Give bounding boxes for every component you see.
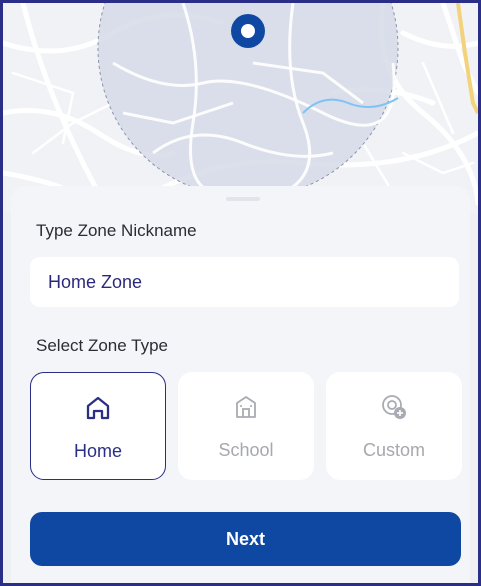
custom-location-icon	[382, 395, 406, 419]
nickname-label: Type Zone Nickname	[36, 221, 197, 240]
zone-nickname-input[interactable]: Home Zone	[30, 257, 459, 307]
zone-type-school[interactable]: School	[178, 372, 314, 480]
zone-type-custom-label: Custom	[362, 440, 425, 460]
zone-type-custom[interactable]: Custom	[326, 372, 462, 480]
map-streets	[3, 3, 478, 213]
school-icon	[236, 396, 256, 418]
app-frame: Type Zone Nickname Home Zone Select Zone…	[0, 0, 481, 586]
zone-type-label: Select Zone Type	[36, 336, 168, 355]
map-view[interactable]	[3, 3, 478, 213]
zone-type-home-label: Home	[73, 441, 122, 461]
sheet-drag-handle[interactable]	[226, 197, 260, 201]
zone-setup-sheet: Type Zone Nickname Home Zone Select Zone…	[11, 186, 470, 583]
next-button[interactable]: Next	[30, 512, 461, 566]
home-icon	[86, 396, 110, 420]
zone-type-home[interactable]: Home	[30, 372, 166, 480]
location-pin-icon	[231, 14, 265, 48]
zone-type-school-label: School	[218, 440, 274, 460]
